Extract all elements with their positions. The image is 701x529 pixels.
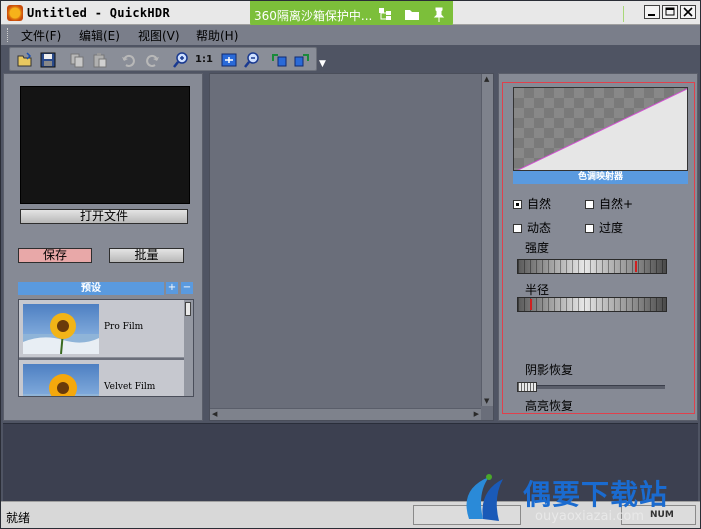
open-icon[interactable] — [16, 51, 34, 69]
watermark-url: ouyaoxiazai.com — [535, 509, 644, 524]
toolbar: 1:1 ▼ — [1, 45, 700, 73]
menu-bar: 文件(F) 编辑(E) 视图(V) 帮助(H) — [1, 25, 700, 45]
sandbox-separator — [623, 6, 624, 22]
window-title: Untitled - QuickHDR — [27, 6, 170, 20]
shadow-recovery-thumb[interactable] — [517, 382, 537, 392]
window-controls — [644, 5, 696, 19]
scroll-down-icon[interactable]: ▼ — [484, 397, 489, 405]
menu-edit[interactable]: 编辑(E) — [79, 27, 120, 44]
app-logo-icon — [7, 5, 23, 21]
rotate-left-icon[interactable] — [270, 51, 288, 69]
option-dynamic-label: 动态 — [527, 221, 552, 235]
watermark-brand: 偶要下载站 — [523, 478, 669, 511]
option-natural[interactable]: 自然 — [513, 195, 551, 212]
image-workspace[interactable]: ▲ ▼ ◀ ▶ — [209, 73, 494, 421]
radio-natural[interactable] — [513, 200, 522, 209]
scroll-right-icon[interactable]: ▶ — [474, 410, 479, 418]
radius-slider[interactable] — [517, 297, 667, 312]
app-window: Untitled - QuickHDR 360隔离沙箱保护中... 文件(F) … — [0, 0, 701, 529]
strength-label: 强度 — [525, 241, 550, 255]
preset-name: Velvet Film — [104, 382, 156, 392]
save-button[interactable]: 保存 — [18, 248, 92, 263]
sandbox-tree-icon[interactable] — [376, 5, 394, 23]
preset-thumbnail — [23, 364, 99, 396]
title-bar: Untitled - QuickHDR 360隔离沙箱保护中... — [1, 1, 700, 27]
paste-icon[interactable] — [91, 51, 109, 69]
option-natural-plus[interactable]: 自然+ — [585, 195, 633, 212]
preset-thumbnail — [23, 304, 99, 354]
preset-scroll-thumb[interactable] — [185, 302, 191, 316]
radius-marker[interactable] — [530, 299, 532, 310]
rotate-right-icon[interactable] — [293, 51, 311, 69]
sandbox-folder-icon[interactable] — [403, 5, 421, 23]
presets-header: 预设 — [18, 282, 164, 295]
option-dynamic[interactable]: 动态 — [513, 219, 551, 236]
preset-item[interactable]: Velvet Film — [19, 360, 185, 396]
strength-marker[interactable] — [635, 261, 637, 272]
toolbar-overflow-icon[interactable]: ▼ — [319, 59, 326, 69]
copy-icon[interactable] — [68, 51, 86, 69]
scroll-up-icon[interactable]: ▲ — [484, 75, 489, 83]
watermark: 偶要下载站 ouyaoxiazai.com — [459, 469, 699, 527]
preset-add-button[interactable]: + — [166, 282, 178, 294]
right-panel: 色调映射器 自然 自然+ 动态 过度 强度 半径 阴影恢复 高亮恢复 — [498, 73, 698, 421]
left-panel: 打开文件 保存 批量 预设 + − Pro Film Velvet Film — [3, 73, 205, 421]
option-natural-plus-label: 自然+ — [599, 197, 634, 211]
radio-dynamic[interactable] — [513, 224, 522, 233]
maximize-button[interactable] — [662, 5, 678, 19]
batch-button[interactable]: 批量 — [109, 248, 184, 263]
left-panel-inner: 打开文件 保存 批量 预设 + − Pro Film Velvet Film — [3, 73, 203, 421]
thumbnail-preview — [20, 86, 190, 204]
preset-name: Pro Film — [104, 322, 144, 332]
tone-mapper-title: 色调映射器 — [513, 171, 688, 184]
option-natural-label: 自然 — [527, 197, 552, 211]
shadow-recovery-label: 阴影恢复 — [525, 363, 574, 377]
open-file-button[interactable]: 打开文件 — [20, 209, 188, 224]
horizontal-scrollbar[interactable]: ◀ ▶ — [210, 408, 481, 420]
toolbar-strip: 1:1 — [9, 47, 317, 71]
preset-scrollbar[interactable] — [184, 300, 193, 396]
strength-slider[interactable] — [517, 259, 667, 274]
preset-item[interactable]: Pro Film — [19, 300, 185, 358]
sandbox-notice[interactable]: 360隔离沙箱保护中... — [250, 1, 624, 27]
redo-icon[interactable] — [143, 51, 161, 69]
scroll-left-icon[interactable]: ◀ — [212, 410, 217, 418]
option-excessive[interactable]: 过度 — [585, 219, 623, 236]
menu-file[interactable]: 文件(F) — [21, 27, 61, 44]
radius-ticks — [518, 298, 666, 311]
zoom-actual-button[interactable]: 1:1 — [195, 51, 217, 69]
watermark-logo-icon — [466, 474, 503, 521]
sandbox-pin-icon[interactable] — [430, 5, 448, 23]
option-excessive-label: 过度 — [599, 221, 624, 235]
close-button[interactable] — [680, 5, 696, 19]
radius-label: 半径 — [525, 283, 550, 297]
save-icon[interactable] — [39, 51, 57, 69]
minimize-button[interactable] — [644, 5, 660, 19]
status-text: 就绪 — [6, 511, 31, 525]
preset-list: Pro Film Velvet Film — [18, 299, 194, 397]
zoom-out-icon[interactable] — [243, 51, 261, 69]
vertical-scrollbar[interactable]: ▲ ▼ — [481, 74, 493, 406]
strength-ticks — [518, 260, 666, 273]
highlight-recovery-label: 高亮恢复 — [525, 399, 574, 413]
menubar-grip[interactable] — [7, 28, 9, 42]
undo-icon[interactable] — [120, 51, 138, 69]
shadow-recovery-slider[interactable] — [517, 382, 665, 392]
preset-remove-button[interactable]: − — [181, 282, 193, 294]
menu-view[interactable]: 视图(V) — [138, 27, 180, 44]
fit-icon[interactable] — [220, 51, 238, 69]
tone-curve[interactable] — [513, 87, 688, 171]
sandbox-text: 360隔离沙箱保护中... — [254, 9, 373, 23]
radio-natural-plus[interactable] — [585, 200, 594, 209]
menu-help[interactable]: 帮助(H) — [196, 27, 238, 44]
tone-mapper-frame: 色调映射器 自然 自然+ 动态 过度 强度 半径 阴影恢复 高亮恢复 — [502, 82, 695, 414]
zoom-in-icon[interactable] — [172, 51, 190, 69]
radio-excessive[interactable] — [585, 224, 594, 233]
